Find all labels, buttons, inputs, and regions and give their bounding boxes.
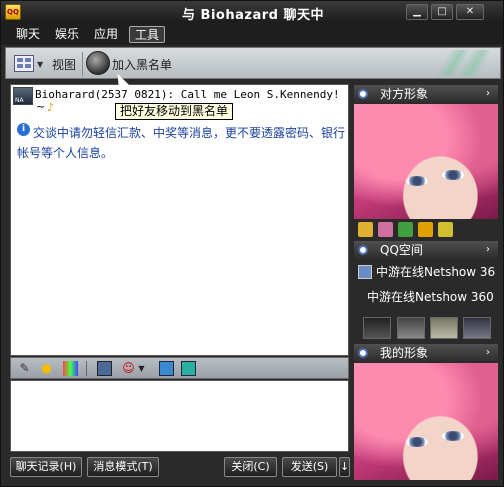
menu-tools[interactable]: 工具 xyxy=(129,26,166,43)
menu-apps[interactable]: 应用 xyxy=(89,26,123,43)
screenshot-icon[interactable] xyxy=(97,361,112,376)
emoticon-dropdown-icon[interactable]: ▼ xyxy=(134,361,149,376)
dress-icon[interactable] xyxy=(378,222,393,237)
chat-history[interactable]: NA Bioharard(2537 0821): Call me Leon S.… xyxy=(10,84,349,356)
qzone-thumbnail[interactable] xyxy=(363,317,391,339)
toolbar: ▼ 视图 加入黑名单 xyxy=(5,47,501,79)
my-avatar-header[interactable]: 我的形象 › xyxy=(354,344,498,362)
menu-entertainment[interactable]: 娱乐 xyxy=(50,26,84,43)
my-portrait[interactable] xyxy=(354,363,498,480)
view-icon[interactable] xyxy=(14,55,34,72)
message-header: Bioharard(2537 0821): Call me Leon S.Ken… xyxy=(35,88,340,101)
toolbar-divider xyxy=(82,52,83,76)
message-body: ~ xyxy=(36,100,46,113)
avatar-action-icons xyxy=(354,220,498,240)
color-icon[interactable] xyxy=(63,361,78,376)
peer-avatar-header[interactable]: 对方形象 › xyxy=(354,85,498,103)
radio-icon xyxy=(358,89,368,99)
send-button[interactable]: 发送(S) xyxy=(282,457,337,477)
chevron-right-icon[interactable]: › xyxy=(486,241,490,259)
tag-icon[interactable] xyxy=(418,222,433,237)
toolbar-decoration xyxy=(424,50,494,76)
radio-icon xyxy=(358,245,368,255)
extra-icon[interactable] xyxy=(181,361,196,376)
message-mode-button[interactable]: 消息模式(T) xyxy=(87,457,159,477)
my-avatar-title: 我的形象 xyxy=(380,346,429,360)
image-icon[interactable] xyxy=(159,361,174,376)
close-chat-button[interactable]: 关闭(C) xyxy=(224,457,277,477)
sender-avatar[interactable]: NA xyxy=(13,87,33,105)
peer-portrait[interactable] xyxy=(354,104,498,219)
security-warning: 交谈中请勿轻信汇款、中奖等消息，更不要透露密码、银行帐号等个人信息。 xyxy=(17,126,346,160)
qzone-thumbnail[interactable] xyxy=(463,317,491,339)
menu-chat[interactable]: 聊天 xyxy=(11,26,45,43)
music-note-icon: ♪ xyxy=(47,101,55,114)
qzone-thumbnail[interactable] xyxy=(397,317,425,339)
view-button-label[interactable]: 视图 xyxy=(52,56,76,73)
font-icon[interactable]: ✎ xyxy=(17,361,32,376)
radio-icon xyxy=(358,348,368,358)
chevron-right-icon[interactable]: › xyxy=(486,85,490,103)
view-dropdown-icon[interactable]: ▼ xyxy=(37,60,43,69)
qzone-icon xyxy=(358,265,372,279)
blacklist-icon[interactable] xyxy=(86,51,110,75)
title-bar[interactable]: QQ 与 Biohazard 聊天中 ▁ □ ✕ xyxy=(1,1,503,23)
chevron-right-icon[interactable]: › xyxy=(486,344,490,362)
refresh-icon[interactable] xyxy=(398,222,413,237)
qzone-title: QQ空间 xyxy=(380,243,423,257)
tooltip: 把好友移动到黑名单 xyxy=(115,103,234,120)
qzone-header[interactable]: QQ空间 › xyxy=(354,241,498,259)
input-toolbar-divider xyxy=(86,361,87,376)
window-title: 与 Biohazard 聊天中 xyxy=(182,8,324,23)
minimize-button[interactable]: ▁ xyxy=(406,4,428,20)
gift-icon[interactable] xyxy=(438,222,453,237)
menu-bar: 聊天 娱乐 应用 工具 xyxy=(1,23,503,45)
history-button[interactable]: 聊天记录(H) xyxy=(10,457,82,477)
chat-window: QQ 与 Biohazard 聊天中 ▁ □ ✕ 聊天 娱乐 应用 工具 ▼ 视… xyxy=(0,0,504,487)
send-options-button[interactable]: ↓ xyxy=(339,457,350,477)
qzone-subtitle[interactable]: 中游在线Netshow 360 xyxy=(367,288,494,305)
qzone-thumbnail[interactable] xyxy=(430,317,458,339)
message-input[interactable] xyxy=(10,380,349,452)
peer-avatar-title: 对方形象 xyxy=(380,87,429,101)
profile-icon[interactable] xyxy=(358,222,373,237)
close-button[interactable]: ✕ xyxy=(456,4,484,20)
qzone-link[interactable]: 中游在线Netshow 360 xyxy=(354,261,498,283)
maximize-button[interactable]: □ xyxy=(431,4,453,20)
input-toolbar: ✎ ● ☺ ▼ xyxy=(10,357,349,379)
bulb-icon[interactable]: ● xyxy=(39,361,54,376)
add-to-blacklist-button[interactable]: 加入黑名单 xyxy=(112,56,172,73)
